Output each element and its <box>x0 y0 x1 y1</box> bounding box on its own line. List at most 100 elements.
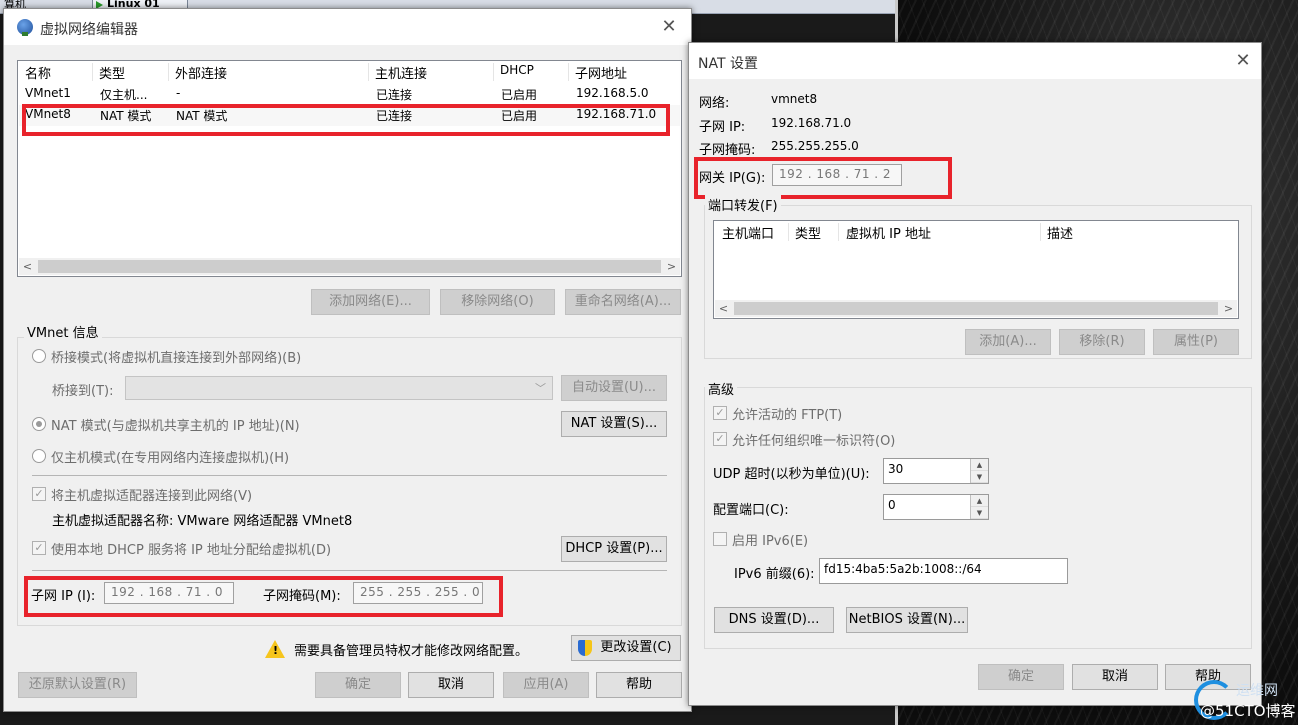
cancel-button[interactable]: 取消 <box>408 672 494 698</box>
cancel-button[interactable]: 取消 <box>1072 664 1158 690</box>
col-divider <box>493 63 494 81</box>
cell-dhcp: 已启用 <box>501 88 538 102</box>
netbios-settings-button[interactable]: NetBIOS 设置(N)... <box>846 607 968 633</box>
enable-ipv6-label: 启用 IPv6(E) <box>732 534 809 549</box>
udp-timeout-value: 30 <box>888 462 904 476</box>
bridge-mode-label: 桥接模式(将虚拟机直接连接到外部网络)(B) <box>51 351 302 366</box>
dhcp-settings-button[interactable]: DHCP 设置(P)... <box>561 536 667 562</box>
col-divider <box>168 63 169 81</box>
spin-buttons[interactable]: ▲ ▼ <box>970 495 988 519</box>
spin-up-icon[interactable]: ▲ <box>971 459 988 471</box>
rename-network-button[interactable]: 重命名网络(A)... <box>565 289 681 315</box>
auto-settings-button[interactable]: 自动设置(U)... <box>561 375 667 401</box>
subnet-mask-label: 子网掩码: <box>699 143 756 158</box>
allow-oui-label: 允许任何组织唯一标识符(O) <box>732 434 896 449</box>
bridge-to-dropdown[interactable]: ﹀ <box>125 376 553 400</box>
pf-remove-button[interactable]: 移除(R) <box>1059 329 1145 355</box>
ipv6-prefix-field[interactable]: fd15:4ba5:5a2b:1008::/64 <box>819 558 1068 584</box>
cell-type: 仅主机... <box>100 88 148 102</box>
port-forwarding-list[interactable]: 主机端口 类型 虚拟机 IP 地址 描述 < > <box>713 220 1239 319</box>
remove-network-button[interactable]: 移除网络(O) <box>440 289 555 315</box>
enable-ipv6-checkbox[interactable] <box>713 532 727 546</box>
gateway-label: 网关 IP(G): <box>699 171 766 186</box>
spin-up-icon[interactable]: ▲ <box>971 495 988 507</box>
col-vm-ip[interactable]: 虚拟机 IP 地址 <box>846 223 931 242</box>
table-row[interactable]: VMnet8 NAT 模式 NAT 模式 已连接 已启用 192.168.71.… <box>19 105 680 126</box>
virtual-network-editor-window: 虚拟网络编辑器 ✕ 名称 类型 外部连接 主机连接 DHCP 子网地址 VMne… <box>3 8 692 712</box>
close-icon[interactable]: ✕ <box>659 17 679 37</box>
col-divider <box>838 223 839 241</box>
spin-down-icon[interactable]: ▼ <box>971 507 988 519</box>
col-description[interactable]: 描述 <box>1047 223 1073 242</box>
port-list-header: 主机端口 类型 虚拟机 IP 地址 描述 <box>714 221 1238 243</box>
watermark: 运维网 @51CTO博客 <box>1188 678 1298 725</box>
scroll-thumb[interactable] <box>734 302 1218 315</box>
title-bar[interactable]: NAT 设置 ✕ <box>689 43 1261 79</box>
col-host[interactable]: 主机连接 <box>375 63 427 82</box>
col-name[interactable]: 名称 <box>25 63 51 82</box>
config-port-value: 0 <box>888 498 896 512</box>
help-button[interactable]: 帮助 <box>596 672 682 698</box>
ok-button[interactable]: 确定 <box>315 672 401 698</box>
window-title: NAT 设置 <box>698 56 758 72</box>
subnet-mask-value: 255.255.255.0 <box>771 139 859 153</box>
nat-settings-button[interactable]: NAT 设置(S)... <box>561 411 667 437</box>
col-divider <box>788 223 789 241</box>
nat-mode-radio[interactable] <box>32 417 46 431</box>
warning-icon <box>265 640 285 658</box>
horizontal-scrollbar[interactable]: < > <box>715 300 1237 317</box>
col-divider <box>92 63 93 81</box>
allow-ftp-checkbox[interactable]: ✓ <box>713 406 727 420</box>
subnet-mask-label: 子网掩码(M): <box>263 589 341 604</box>
title-bar[interactable]: 虚拟网络编辑器 ✕ <box>4 9 691 45</box>
subnet-ip-label: 子网 IP (I): <box>31 589 96 604</box>
cell-subnet: 192.168.5.0 <box>576 86 649 100</box>
col-divider <box>368 63 369 81</box>
change-settings-button[interactable]: 更改设置(C) <box>571 635 681 661</box>
col-type[interactable]: 类型 <box>795 223 821 242</box>
scroll-right-icon[interactable]: > <box>663 258 680 275</box>
scroll-thumb[interactable] <box>38 260 661 273</box>
add-network-button[interactable]: 添加网络(E)... <box>311 289 430 315</box>
subnet-ip-label: 子网 IP: <box>699 120 746 135</box>
spin-buttons[interactable]: ▲ ▼ <box>970 459 988 483</box>
network-list-header: 名称 类型 外部连接 主机连接 DHCP 子网地址 <box>18 61 681 83</box>
connect-adapter-checkbox[interactable]: ✓ <box>32 487 46 501</box>
col-host-port[interactable]: 主机端口 <box>722 223 774 242</box>
table-row[interactable]: VMnet1 仅主机... - 已连接 已启用 192.168.5.0 <box>19 84 680 105</box>
horizontal-scrollbar[interactable]: < > <box>19 258 680 275</box>
pf-add-button[interactable]: 添加(A)... <box>965 329 1051 355</box>
watermark-line2: @51CTO博客 <box>1200 702 1296 720</box>
config-port-stepper[interactable]: 0 ▲ ▼ <box>883 494 989 520</box>
subnet-ip-field[interactable]: 192 . 168 . 71 . 0 <box>104 582 234 604</box>
col-external[interactable]: 外部连接 <box>175 63 227 82</box>
col-dhcp[interactable]: DHCP <box>500 63 534 77</box>
admin-note: 需要具备管理员特权才能修改网络配置。 <box>294 644 529 659</box>
spin-down-icon[interactable]: ▼ <box>971 471 988 483</box>
col-subnet[interactable]: 子网地址 <box>575 63 627 82</box>
col-type[interactable]: 类型 <box>99 63 125 82</box>
nat-mode-label: NAT 模式(与虚拟机共享主机的 IP 地址)(N) <box>51 419 300 434</box>
ipv6-prefix-label: IPv6 前缀(6): <box>734 567 815 582</box>
close-icon[interactable]: ✕ <box>1233 51 1253 71</box>
allow-oui-checkbox[interactable]: ✓ <box>713 432 727 446</box>
scroll-left-icon[interactable]: < <box>715 300 732 317</box>
ok-button[interactable]: 确定 <box>978 664 1064 690</box>
network-list[interactable]: 名称 类型 外部连接 主机连接 DHCP 子网地址 VMnet1 仅主机... … <box>17 60 682 277</box>
use-dhcp-checkbox[interactable]: ✓ <box>32 541 46 555</box>
nat-settings-window: NAT 设置 ✕ 网络: vmnet8 子网 IP: 192.168.71.0 … <box>688 42 1262 706</box>
pf-properties-button[interactable]: 属性(P) <box>1153 329 1239 355</box>
restore-defaults-button[interactable]: 还原默认设置(R) <box>18 672 137 698</box>
scroll-right-icon[interactable]: > <box>1220 300 1237 317</box>
host-only-radio[interactable] <box>32 449 46 463</box>
scroll-left-icon[interactable]: < <box>19 258 36 275</box>
subnet-mask-field[interactable]: 255 . 255 . 255 . 0 <box>353 582 483 604</box>
window-title: 虚拟网络编辑器 <box>40 22 138 38</box>
apply-button[interactable]: 应用(A) <box>503 672 589 698</box>
bridge-mode-radio[interactable] <box>32 349 46 363</box>
udp-timeout-stepper[interactable]: 30 ▲ ▼ <box>883 458 989 484</box>
col-divider <box>568 63 569 81</box>
cell-external: - <box>176 86 181 100</box>
dns-settings-button[interactable]: DNS 设置(D)... <box>714 607 834 633</box>
gateway-field[interactable]: 192 . 168 . 71 . 2 <box>772 164 902 186</box>
